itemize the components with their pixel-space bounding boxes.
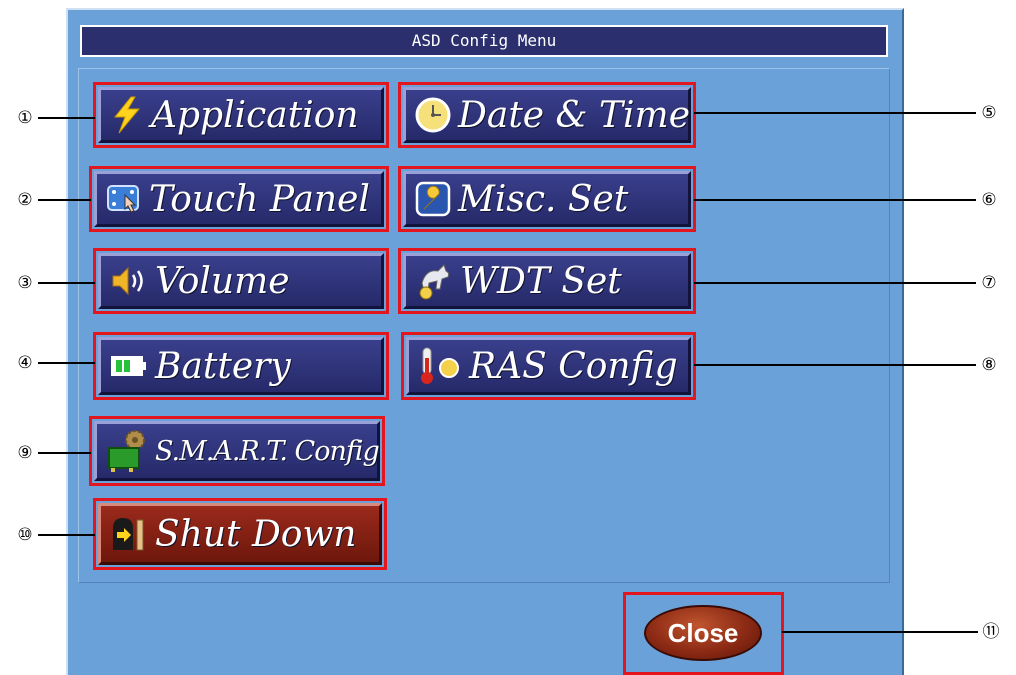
shut-down-button[interactable]: Shut Down: [93, 498, 387, 570]
close-button-highlight: Close: [623, 592, 784, 675]
callout-line-1: [38, 117, 95, 119]
misc-set-label: Misc. Set: [458, 178, 629, 220]
disk-gear-icon: [105, 428, 149, 474]
smart-config-label: S.M.A.R.T. Config: [155, 435, 380, 467]
wdt-set-button[interactable]: WDT Set: [398, 248, 696, 314]
close-button[interactable]: Close: [644, 605, 762, 661]
thermometer-icon: [417, 344, 463, 388]
callout-line-2: [38, 199, 91, 201]
callout-8: ⑧: [981, 355, 997, 375]
callout-9: ⑨: [17, 443, 33, 463]
volume-button[interactable]: Volume: [93, 248, 389, 314]
speaker-icon: [109, 263, 149, 299]
callout-7: ⑦: [981, 273, 997, 293]
callout-4: ④: [17, 353, 33, 373]
exit-door-icon: [109, 514, 149, 554]
touch-panel-button[interactable]: Touch Panel: [89, 166, 389, 232]
callout-line-6: [694, 199, 976, 201]
application-label: Application: [151, 94, 359, 136]
battery-button[interactable]: Battery: [93, 332, 389, 400]
callout-line-11: [782, 631, 978, 633]
touch-panel-label: Touch Panel: [149, 178, 370, 220]
misc-set-button[interactable]: Misc. Set: [398, 166, 696, 232]
watchdog-icon: [414, 261, 454, 301]
callout-5: ⑤: [981, 103, 997, 123]
callout-line-5: [694, 112, 976, 114]
callout-line-8: [694, 364, 976, 366]
callout-6: ⑥: [981, 190, 997, 210]
date-time-label: Date & Time: [458, 94, 690, 136]
touch-panel-icon: [105, 181, 143, 217]
date-time-button[interactable]: Date & Time: [398, 82, 696, 148]
wdt-set-label: WDT Set: [460, 260, 622, 302]
callout-line-7: [694, 282, 976, 284]
callout-10: ⑩: [17, 525, 33, 545]
ras-config-button[interactable]: RAS Config: [401, 332, 696, 400]
ras-config-label: RAS Config: [469, 345, 678, 387]
callout-line-9: [38, 452, 91, 454]
volume-label: Volume: [155, 260, 290, 302]
shut-down-label: Shut Down: [155, 513, 357, 555]
battery-label: Battery: [155, 345, 291, 387]
callout-11: ⑪: [982, 622, 1000, 642]
callout-line-3: [38, 282, 95, 284]
callout-3: ③: [17, 273, 33, 293]
battery-icon: [109, 351, 149, 381]
smart-config-button[interactable]: S.M.A.R.T. Config: [89, 416, 385, 486]
lightning-icon: [109, 95, 145, 135]
callout-line-4: [38, 362, 95, 364]
wrench-icon: [414, 180, 452, 218]
callout-line-10: [38, 534, 95, 536]
callout-1: ①: [17, 108, 33, 128]
window-title: ASD Config Menu: [80, 25, 888, 57]
callout-2: ②: [17, 190, 33, 210]
application-button[interactable]: Application: [93, 82, 389, 148]
clock-icon: [414, 96, 452, 134]
